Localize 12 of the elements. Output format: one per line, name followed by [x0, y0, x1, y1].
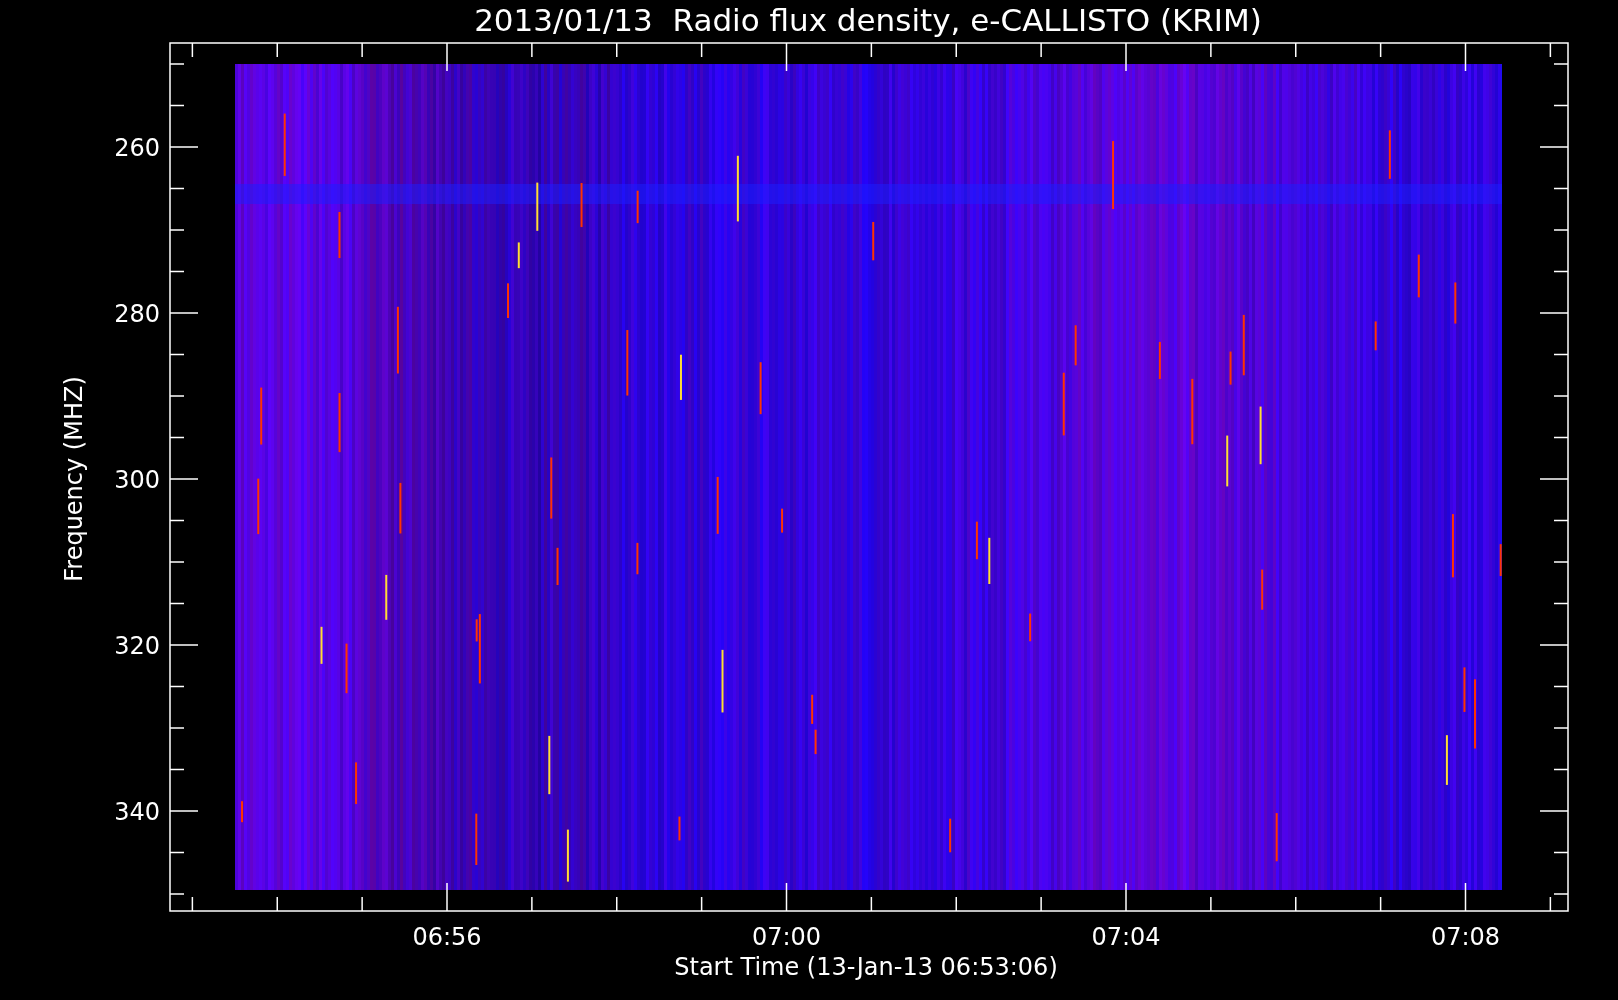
x-tick-label: 07:04: [1091, 923, 1161, 951]
x-axis-label: Start Time (13-Jan-13 06:53:06): [674, 953, 1058, 981]
x-tick-label: 07:08: [1430, 923, 1501, 951]
y-tick-label: 260: [114, 134, 160, 162]
y-tick-label: 280: [114, 300, 160, 328]
x-tick-label: 06:56: [412, 923, 482, 951]
y-tick-label: 320: [114, 632, 160, 660]
y-axis-label: Frequency (MHZ): [60, 376, 88, 582]
chart-title: 2013/01/13 Radio flux density, e-CALLISTO (KRIM): [474, 2, 1262, 38]
y-tick-label: 300: [114, 466, 160, 494]
x-tick-label: 07:00: [751, 923, 822, 951]
y-tick-label: 340: [114, 798, 160, 826]
